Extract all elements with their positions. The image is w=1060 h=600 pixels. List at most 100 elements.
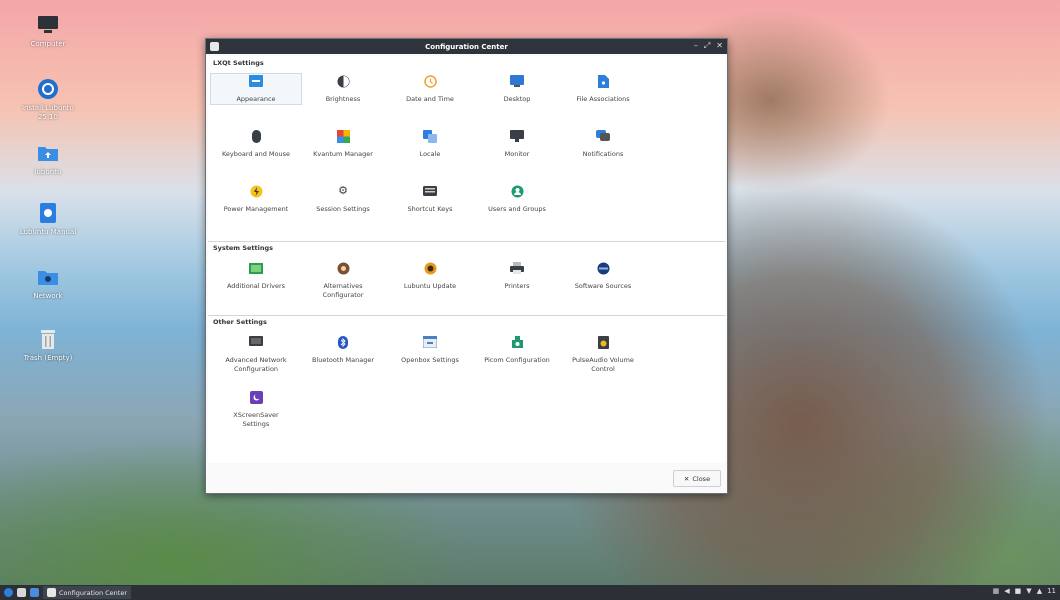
item-software-sources[interactable]: Software Sources <box>558 261 648 291</box>
file-manager-icon[interactable] <box>17 588 26 597</box>
item-label: Additional Drivers <box>226 282 286 290</box>
item-monitor[interactable]: Monitor <box>472 129 562 159</box>
item-desktop[interactable]: Desktop <box>472 74 562 104</box>
desktop: Computer Install Lubuntu 25.10 lubuntu L… <box>0 0 1060 600</box>
item-power-management[interactable]: Power Management <box>211 184 301 214</box>
item-label: Advanced Network Configuration <box>225 356 287 373</box>
item-printers[interactable]: Printers <box>472 261 562 291</box>
item-label: Shortcut Keys <box>407 205 453 213</box>
item-label: Notifications <box>582 150 624 158</box>
volume-tray-icon[interactable]: ◀ <box>1004 587 1009 595</box>
item-locale[interactable]: Locale <box>385 129 475 159</box>
item-label: File Associations <box>576 95 630 103</box>
item-label: Picom Configuration <box>484 356 550 364</box>
desktop-icon-label: Install Lubuntu 25.10 <box>21 104 74 121</box>
item-file-associations[interactable]: File Associations <box>558 74 648 104</box>
eject-tray-icon[interactable]: ▲ <box>1037 587 1042 595</box>
item-label: Keyboard and Mouse <box>221 150 290 158</box>
item-label: Date and Time <box>406 95 454 103</box>
volume-icon <box>596 335 610 349</box>
item-shortcut-keys[interactable]: Shortcut Keys <box>385 184 475 214</box>
clipboard-icon[interactable]: ▦ <box>993 587 1000 595</box>
clock[interactable]: 11 <box>1047 587 1056 595</box>
item-label: Bluetooth Manager <box>311 356 375 364</box>
section-header: Other Settings <box>213 318 267 326</box>
section-divider <box>208 315 725 316</box>
item-pulseaudio-volume-control[interactable]: PulseAudio Volume Control <box>558 335 648 374</box>
desktop-icon-install[interactable]: Install Lubuntu 25.10 <box>6 78 90 122</box>
item-notifications[interactable]: Notifications <box>558 129 648 159</box>
item-label: Desktop <box>503 95 531 103</box>
item-appearance[interactable]: Appearance <box>210 73 302 105</box>
network-tray-icon[interactable]: ▼ <box>1026 587 1031 595</box>
item-date-and-time[interactable]: Date and Time <box>385 74 475 104</box>
item-picom-configuration[interactable]: Picom Configuration <box>472 335 562 365</box>
appearance-icon <box>249 74 263 88</box>
window-titlebar[interactable]: Configuration Center – ⤢ ✕ <box>206 39 727 54</box>
item-openbox-settings[interactable]: Openbox Settings <box>385 335 475 365</box>
desktop-icon-home[interactable]: lubuntu <box>6 142 90 177</box>
item-xscreensaver-settings[interactable]: XScreenSaver Settings <box>211 390 301 429</box>
item-lubuntu-update[interactable]: Lubuntu Update <box>385 261 475 291</box>
desktop-icon-label: Trash (Empty) <box>23 354 73 362</box>
close-button[interactable]: ✕ Close <box>673 470 721 487</box>
printer-icon <box>510 261 524 275</box>
clock-icon <box>423 74 437 88</box>
item-users-and-groups[interactable]: Users and Groups <box>472 184 562 214</box>
alternatives-icon <box>336 261 350 275</box>
item-label: PulseAudio Volume Control <box>572 356 634 373</box>
show-desktop-icon[interactable] <box>30 588 39 597</box>
manual-icon <box>37 202 59 224</box>
desktop-icon-computer[interactable]: Computer <box>6 14 90 49</box>
monitor-icon <box>510 129 524 143</box>
item-alternatives-configurator[interactable]: Alternatives Configurator <box>298 261 388 300</box>
item-brightness[interactable]: Brightness <box>298 74 388 104</box>
maximize-icon[interactable]: ⤢ <box>704 41 710 51</box>
desktop-icon-trash[interactable]: Trash (Empty) <box>6 328 90 363</box>
brightness-icon <box>336 74 350 88</box>
desktop-icon-manual[interactable]: Lubuntu Manual <box>6 202 90 237</box>
settings-panel: LXQt Settings Appearance Brightness Date… <box>208 56 725 463</box>
item-label: Locale <box>419 150 441 158</box>
close-button-label: Close <box>692 474 711 483</box>
close-icon: ✕ <box>683 474 690 483</box>
taskbar-button-configuration-center[interactable]: Configuration Center <box>43 586 132 599</box>
section-divider <box>208 241 725 242</box>
notifications-icon <box>596 129 610 143</box>
system-tray: ▦ ◀ ■ ▼ ▲ 11 <box>993 587 1056 595</box>
item-label: Openbox Settings <box>401 356 459 364</box>
taskbar: Configuration Center ▦ ◀ ■ ▼ ▲ 11 <box>0 585 1060 600</box>
close-icon[interactable]: ✕ <box>716 41 723 51</box>
gear-icon: ⚙ <box>338 184 348 197</box>
home-folder-icon <box>37 142 59 164</box>
item-label: Users and Groups <box>488 205 546 213</box>
network-folder-icon <box>37 266 59 288</box>
item-label: Session Settings <box>316 205 370 213</box>
kvantum-icon <box>336 129 350 143</box>
app-icon <box>47 588 56 597</box>
item-label: Software Sources <box>574 282 632 290</box>
item-session-settings[interactable]: ⚙ Session Settings <box>298 184 388 214</box>
minimize-icon[interactable]: – <box>694 41 698 51</box>
item-label: Appearance <box>236 95 276 103</box>
section-other-settings: Other Settings Advanced Network Configur… <box>208 315 725 463</box>
item-advanced-network-configuration[interactable]: Advanced Network Configuration <box>211 335 301 374</box>
section-header: System Settings <box>213 244 274 252</box>
item-additional-drivers[interactable]: Additional Drivers <box>211 261 301 291</box>
item-label: Power Management <box>223 205 289 213</box>
desktop-icon-network[interactable]: Network <box>6 266 90 301</box>
item-kvantum-manager[interactable]: Kvantum Manager <box>298 129 388 159</box>
software-sources-icon <box>596 261 610 275</box>
openbox-icon <box>423 335 437 349</box>
bluetooth-icon <box>336 335 350 349</box>
item-bluetooth-manager[interactable]: Bluetooth Manager <box>298 335 388 365</box>
start-menu-icon[interactable] <box>4 588 13 597</box>
installer-icon <box>37 78 59 100</box>
item-label: XScreenSaver Settings <box>233 411 279 428</box>
update-tray-icon[interactable]: ■ <box>1015 587 1022 595</box>
locale-icon <box>423 129 437 143</box>
computer-icon <box>37 14 59 36</box>
desktop-icon <box>510 74 524 88</box>
item-keyboard-and-mouse[interactable]: Keyboard and Mouse <box>211 129 301 159</box>
item-label: Brightness <box>325 95 361 103</box>
